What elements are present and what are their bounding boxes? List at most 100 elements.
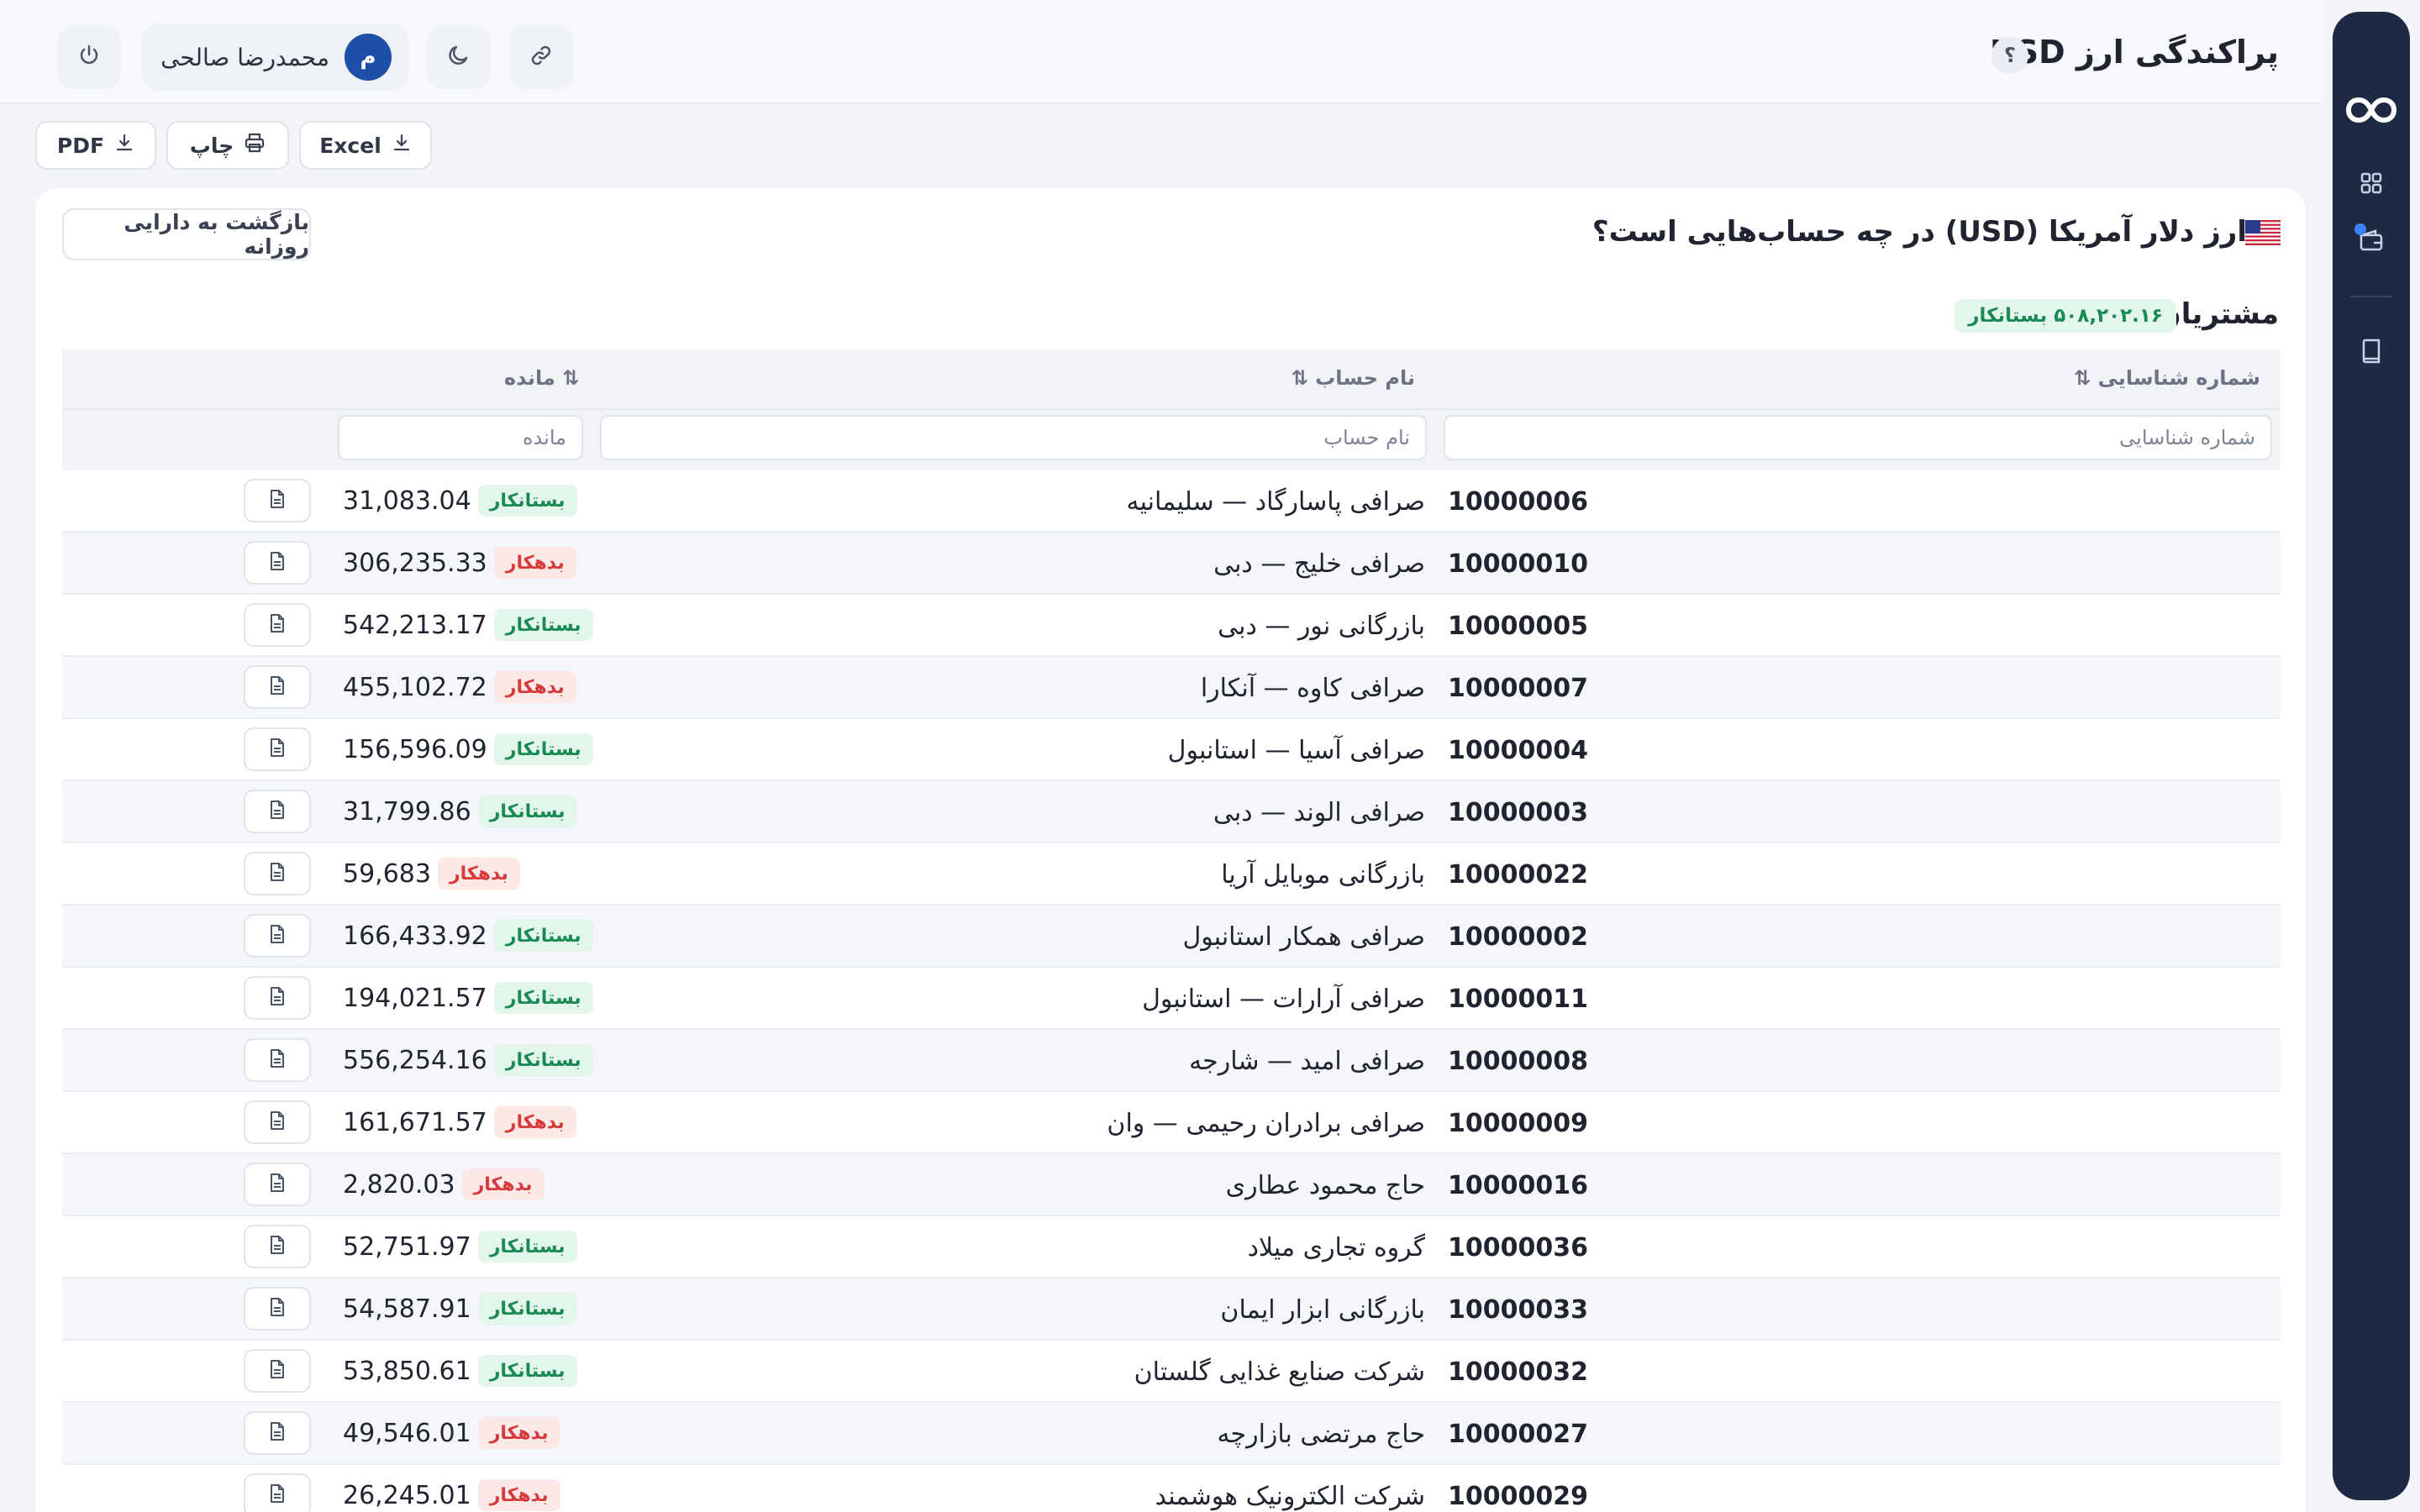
export-pdf-button[interactable]: PDF bbox=[35, 121, 156, 170]
table-row[interactable]: 10000009 صرافی برادران رحیمی — وان 161,671… bbox=[62, 1092, 2281, 1154]
balance-amount: 31,083.04 bbox=[343, 486, 471, 516]
account-id: 10000036 bbox=[1448, 1233, 1588, 1263]
back-to-daily-assets-button[interactable]: بازگشت به دارایی روزانه bbox=[62, 208, 311, 260]
table-body: 10000006 صرافی پاسارگاد — سلیمانیه 31,083.… bbox=[62, 470, 2281, 1512]
table-row[interactable]: 10000005 بازرگانی نور — دبی 542,213.17 بستا… bbox=[62, 595, 2281, 657]
balance-cell: 556,254.16 بستانکار bbox=[343, 1030, 593, 1090]
table-row[interactable]: 10000007 صرافی کاوه — آنکارا 455,102.72 بده… bbox=[62, 657, 2281, 719]
balance-status-badge: بستانکار bbox=[477, 795, 577, 827]
balance-cell: 53,850.61 بستانکار bbox=[343, 1341, 577, 1401]
user-menu[interactable]: م محمدرضا صالحی bbox=[141, 24, 408, 91]
view-statement-button[interactable] bbox=[244, 976, 311, 1020]
balance-status-badge: بستانکار bbox=[493, 982, 593, 1014]
view-statement-button[interactable] bbox=[244, 603, 311, 647]
table-row[interactable]: 10000010 صرافی خلیج — دبی 306,235.33 بدهکار bbox=[62, 533, 2281, 595]
view-statement-button[interactable] bbox=[244, 1349, 311, 1393]
view-statement-button[interactable] bbox=[244, 1038, 311, 1082]
account-id: 10000016 bbox=[1448, 1171, 1588, 1200]
export-pdf-label: PDF bbox=[56, 133, 105, 158]
balance-cell: 2,820.03 بدهکار bbox=[343, 1154, 544, 1215]
view-statement-button[interactable] bbox=[244, 1411, 311, 1455]
section-total-badge: ۵۰۸,۲۰۲.۱۶ بستانکار bbox=[1954, 299, 2176, 333]
view-statement-button[interactable] bbox=[244, 1287, 311, 1331]
account-id: 10000004 bbox=[1448, 736, 1588, 765]
copy-link-button[interactable] bbox=[509, 25, 573, 89]
account-name: حاج محمود عطاری bbox=[1225, 1171, 1425, 1200]
sidebar-divider bbox=[2350, 296, 2392, 297]
table-row[interactable]: 10000033 بازرگانی ابزار ایمان 54,587.91 بست… bbox=[62, 1278, 2281, 1341]
column-header-name[interactable]: نام حساب ⇅ bbox=[1292, 366, 1415, 390]
accounts-table: شماره شناسایی ⇅ نام حساب ⇅ ⇅ مانده 10000… bbox=[62, 349, 2281, 1512]
column-header-id[interactable]: شماره شناسایی ⇅ bbox=[2074, 366, 2260, 390]
printer-icon bbox=[244, 132, 266, 159]
balance-status-badge: بستانکار bbox=[477, 485, 577, 517]
document-icon bbox=[268, 862, 287, 885]
account-id: 10000033 bbox=[1448, 1295, 1588, 1325]
view-statement-button[interactable] bbox=[244, 665, 311, 709]
help-button[interactable]: ؟ bbox=[1991, 37, 2028, 74]
view-statement-button[interactable] bbox=[244, 914, 311, 958]
account-name: صرافی آسیا — استانبول bbox=[1167, 736, 1425, 765]
view-statement-button[interactable] bbox=[244, 1225, 311, 1268]
account-id: 10000005 bbox=[1448, 612, 1588, 641]
view-statement-button[interactable] bbox=[244, 1473, 311, 1512]
account-name: بازرگانی موبایل آریا bbox=[1221, 860, 1425, 890]
table-row[interactable]: 10000011 صرافی آرارات — استانبول 194,021.5… bbox=[62, 968, 2281, 1030]
balance-cell: 31,799.86 بستانکار bbox=[343, 781, 577, 842]
logout-button[interactable] bbox=[57, 25, 121, 89]
print-button[interactable]: چاپ bbox=[166, 121, 289, 170]
balance-cell: 542,213.17 بستانکار bbox=[343, 595, 593, 655]
table-row[interactable]: 10000036 گروه تجاری میلاد 52,751.97 بستانکا… bbox=[62, 1216, 2281, 1278]
active-indicator bbox=[2354, 223, 2366, 235]
column-header-balance[interactable]: ⇅ مانده bbox=[504, 366, 579, 390]
filter-id-input[interactable] bbox=[1444, 415, 2272, 460]
export-excel-button[interactable]: Excel bbox=[299, 121, 432, 170]
balance-amount: 161,671.57 bbox=[343, 1107, 487, 1137]
us-flag-icon bbox=[2245, 220, 2281, 245]
infinity-logo-icon[interactable] bbox=[2345, 84, 2397, 136]
table-row[interactable]: 10000029 شرکت الکترونیک هوشمند 26,245.01 بد… bbox=[62, 1465, 2281, 1512]
balance-amount: 59,683 bbox=[343, 858, 431, 889]
dashboard-grid-icon[interactable] bbox=[2348, 160, 2395, 207]
theme-toggle-button[interactable] bbox=[427, 25, 491, 89]
table-row[interactable]: 10000004 صرافی آسیا — استانبول 156,596.09 ب… bbox=[62, 719, 2281, 781]
balance-status-badge: بستانکار bbox=[477, 1355, 577, 1387]
document-icon bbox=[268, 1297, 287, 1320]
account-id: 10000002 bbox=[1448, 922, 1588, 952]
filter-balance-input[interactable] bbox=[338, 415, 583, 460]
table-row[interactable]: 10000008 صرافی امید — شارجه 556,254.16 بستا… bbox=[62, 1030, 2281, 1092]
table-row[interactable]: 10000022 بازرگانی موبایل آریا 59,683 بدهکار bbox=[62, 843, 2281, 906]
book-icon[interactable] bbox=[2348, 328, 2395, 375]
table-row[interactable]: 10000032 شرکت صنایع غذایی گلستان 53,850.61… bbox=[62, 1341, 2281, 1403]
table-row[interactable]: 10000027 حاج مرتضی بازارچه 49,546.01 بدهکار bbox=[62, 1403, 2281, 1465]
moon-icon bbox=[446, 43, 471, 71]
filter-name-input[interactable] bbox=[600, 415, 1427, 460]
wallet-icon[interactable] bbox=[2348, 217, 2395, 264]
link-icon bbox=[529, 43, 554, 71]
account-name: صرافی کاوه — آنکارا bbox=[1200, 674, 1425, 703]
account-name: صرافی آرارات — استانبول bbox=[1142, 984, 1425, 1014]
balance-cell: 52,751.97 بستانکار bbox=[343, 1216, 577, 1277]
account-name: صرافی امید — شارجه bbox=[1189, 1047, 1425, 1076]
account-id: 10000008 bbox=[1448, 1047, 1588, 1076]
table-row[interactable]: 10000006 صرافی پاسارگاد — سلیمانیه 31,083.… bbox=[62, 470, 2281, 533]
document-icon bbox=[268, 1110, 287, 1134]
view-statement-button[interactable] bbox=[244, 479, 311, 522]
account-id: 10000011 bbox=[1448, 984, 1588, 1014]
view-statement-button[interactable] bbox=[244, 727, 311, 771]
view-statement-button[interactable] bbox=[244, 852, 311, 895]
view-statement-button[interactable] bbox=[244, 1163, 311, 1206]
balance-cell: 166,433.92 بستانکار bbox=[343, 906, 593, 966]
view-statement-button[interactable] bbox=[244, 1100, 311, 1144]
table-row[interactable]: 10000002 صرافی همکار استانبول 166,433.92 بس… bbox=[62, 906, 2281, 968]
document-icon bbox=[268, 1048, 287, 1072]
table-row[interactable]: 10000003 صرافی الوند — دبی 31,799.86 بستانک… bbox=[62, 781, 2281, 843]
table-row[interactable]: 10000016 حاج محمود عطاری 2,820.03 بدهکار bbox=[62, 1154, 2281, 1216]
view-statement-button[interactable] bbox=[244, 541, 311, 585]
balance-cell: 455,102.72 بدهکار bbox=[343, 657, 576, 717]
view-statement-button[interactable] bbox=[244, 790, 311, 833]
account-id: 10000032 bbox=[1448, 1357, 1588, 1387]
balance-status-badge: بستانکار bbox=[477, 1293, 577, 1325]
account-id: 10000027 bbox=[1448, 1420, 1588, 1449]
balance-status-badge: بدهکار bbox=[477, 1417, 560, 1449]
